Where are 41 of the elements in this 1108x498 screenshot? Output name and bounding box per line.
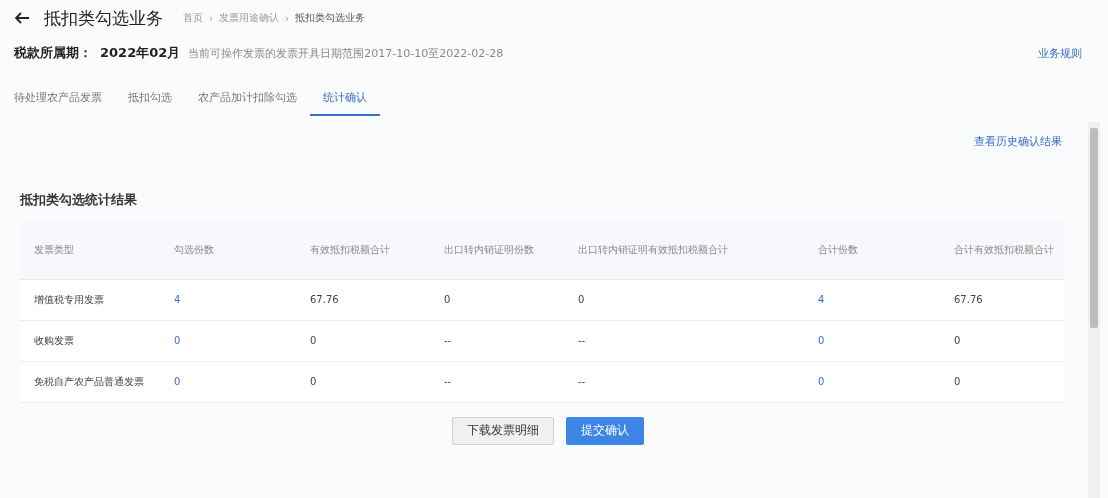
table-cell: -- (564, 320, 804, 361)
rules-link[interactable]: 业务规则 (1038, 45, 1082, 61)
confirm-button[interactable]: 提交确认 (566, 416, 644, 445)
table-cell: -- (564, 361, 804, 402)
scrollbar[interactable] (1088, 122, 1100, 498)
section-title: 抵扣类勾选统计结果 (20, 191, 138, 209)
table-cell[interactable]: 0 (160, 320, 296, 361)
date-range-note: 当前可操作发票的发票开具日期范围2017-10-10至2022-02-28 (188, 45, 504, 61)
tax-period-value: 2022年02月 (100, 44, 181, 62)
tab[interactable]: 抵扣勾选 (115, 80, 185, 116)
table-cell: 0 (940, 320, 1064, 361)
page-title: 抵扣类勾选业务 (44, 6, 163, 30)
tab[interactable]: 农产品加计扣除勾选 (185, 80, 310, 116)
table-cell: 收购发票 (20, 320, 160, 361)
breadcrumb-item: 抵扣类勾选业务 (295, 11, 365, 25)
breadcrumb-separator: › (209, 12, 213, 24)
table-cell[interactable]: 0 (804, 361, 940, 402)
table-cell: 0 (296, 361, 430, 402)
table-cell: 0 (296, 320, 430, 361)
tab[interactable]: 待处理农产品发票 (14, 80, 115, 116)
table-cell: 67.76 (296, 279, 430, 320)
table-cell: -- (430, 361, 564, 402)
table-cell[interactable]: 4 (160, 279, 296, 320)
table-cell: 0 (564, 279, 804, 320)
breadcrumb-item[interactable]: 首页 (183, 11, 203, 25)
table-cell[interactable]: 4 (804, 279, 940, 320)
table-cell[interactable]: 0 (804, 320, 940, 361)
download-button[interactable]: 下载发票明细 (452, 416, 554, 445)
tab[interactable]: 统计确认 (310, 80, 380, 116)
table-cell[interactable]: 0 (160, 361, 296, 402)
table-cell: 0 (430, 279, 564, 320)
table-cell: 增值税专用发票 (20, 279, 160, 320)
breadcrumb-item[interactable]: 发票用途确认 (219, 11, 279, 25)
tax-period-label: 税款所属期： (14, 44, 92, 62)
back-arrow-icon[interactable] (14, 11, 30, 25)
table-cell: 免税自产农产品普通发票 (20, 361, 160, 402)
breadcrumb-separator: › (285, 12, 289, 24)
history-results-link[interactable]: 查看历史确认结果 (974, 134, 1062, 149)
table-cell: 67.76 (940, 279, 1064, 320)
table-cell: -- (430, 320, 564, 361)
table-cell: 0 (940, 361, 1064, 402)
